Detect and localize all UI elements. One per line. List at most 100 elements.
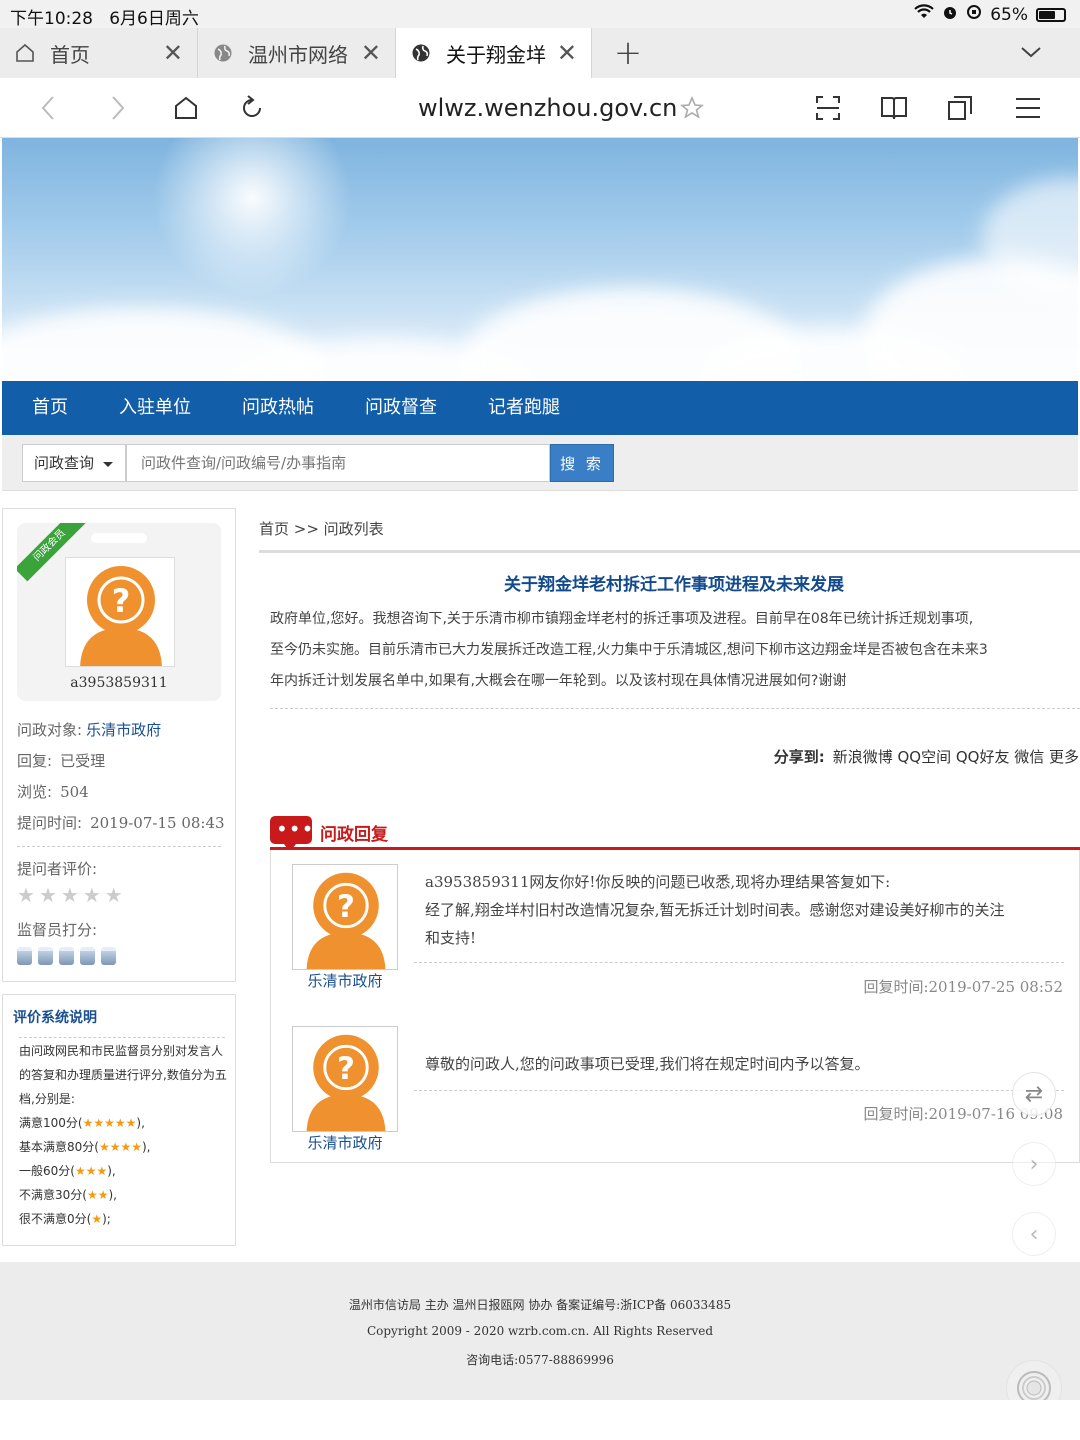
tab-wenzhou[interactable]: 温州市网络 ✕: [198, 28, 396, 78]
star-icon: ★★★★★: [82, 1116, 137, 1130]
footer-line2: Copyright 2009 - 2020 wzrb.com.cn. All R…: [366, 1324, 714, 1338]
target-link[interactable]: 乐清市政府: [86, 721, 161, 739]
globe-icon: [212, 42, 234, 64]
battery-icon: [1036, 7, 1066, 22]
eval-level-0: 满意100分(★★★★★),: [19, 1116, 145, 1130]
rating-stars[interactable]: ★ ★ ★ ★ ★: [17, 883, 123, 907]
reply-text: a3953859311网友你好!你反映的问题已收悉,现将办理结果答复如下: 经了…: [425, 873, 1005, 947]
eval-intro: 由问政网民和市民监督员分别对发言人的答复和办理质量进行评分,数值分为五档,分别是…: [19, 1044, 227, 1106]
star-icon: ★: [91, 1212, 103, 1226]
share-bar: 分享到: 新浪微博 QQ空间 QQ好友 微信 更多: [774, 746, 1079, 767]
scan-icon[interactable]: [812, 92, 844, 124]
nav-hot-posts[interactable]: 问政热帖: [242, 381, 314, 435]
nav-units[interactable]: 入驻单位: [119, 381, 191, 435]
org-name[interactable]: 乐清市政府: [292, 970, 398, 991]
breadcrumb[interactable]: 首页 >> 问政列表: [259, 518, 384, 539]
reply-time: 回复时间:2019-07-25 08:52: [863, 978, 1063, 996]
eval-explanation: 评价系统说明 由问政网民和市民监督员分别对发言人的答复和办理质量进行评分,数值分…: [2, 994, 236, 1246]
footer-line3: 咨询电话:0577-88869996: [466, 1353, 614, 1367]
rotation-lock-icon: [966, 4, 982, 25]
search-type-select[interactable]: 问政查询: [22, 444, 126, 482]
question-title: 关于翔金垟老村拆迁工作事项进程及未来发展: [504, 575, 844, 595]
jar-icon: [59, 947, 74, 965]
star-icon[interactable]: ★: [83, 883, 101, 907]
swap-icon[interactable]: ⇄: [1012, 1072, 1056, 1116]
tab-home[interactable]: 首页 ✕: [0, 28, 198, 78]
svg-text:?: ?: [112, 582, 131, 620]
org-avatar: ?: [292, 1026, 398, 1132]
address-bar: wlwz.wenzhou.gov.cn: [0, 78, 1080, 138]
eval-level-3: 不满意30分(★★),: [19, 1188, 117, 1202]
caret-down-icon: [103, 462, 113, 467]
nav-home[interactable]: 首页: [32, 381, 68, 435]
star-icon[interactable]: ★: [17, 883, 35, 907]
footer-line1: 温州市信访局 主办 温州日报瓯网 协办 备案证编号:浙ICP备 06033485: [348, 1298, 732, 1312]
star-icon[interactable]: ★: [105, 883, 123, 907]
eval-body: 由问政网民和市民监督员分别对发言人的答复和办理质量进行评分,数值分为五档,分别是…: [19, 1039, 229, 1231]
svg-text:?: ?: [337, 1051, 355, 1087]
eval-level-4: 很不满意0分(★);: [19, 1212, 111, 1226]
reader-icon[interactable]: [878, 92, 910, 124]
close-icon[interactable]: ✕: [361, 39, 381, 67]
avatar: ?: [65, 557, 175, 667]
chat-bubble-icon: •••: [270, 816, 313, 852]
svg-text:?: ?: [337, 889, 355, 925]
question-body: 政府单位,您好。我想咨询下,关于乐清市柳市镇翔金垟老村的拆迁事项及进程。目前早在…: [270, 611, 988, 689]
next-page-icon[interactable]: ›: [1012, 1142, 1056, 1186]
star-icon: ★★: [86, 1188, 109, 1202]
star-icon[interactable]: [676, 92, 708, 124]
nav-supervision[interactable]: 问政督查: [365, 381, 437, 435]
reply-title: 问政回复: [320, 825, 388, 845]
status-bar: 下午10:28 6月6日周六 65%: [0, 0, 1080, 29]
star-icon[interactable]: ★: [39, 883, 57, 907]
eval-level-1: 基本满意80分(★★★★),: [19, 1140, 151, 1154]
reply-text: 尊敬的问政人,您的问政事项已受理,我们将在规定时间内予以答复。: [425, 1055, 870, 1073]
chevron-down-icon[interactable]: [1020, 42, 1042, 63]
close-icon[interactable]: ✕: [163, 39, 183, 67]
tab-label: 首页: [50, 42, 90, 67]
user-card: 问政会员 ? a3953859311: [17, 523, 221, 701]
banner-image: [2, 138, 1078, 381]
jar-icon: [17, 947, 32, 965]
new-tab-button[interactable]: +: [592, 28, 664, 78]
tab-bar: 首页 ✕ 温州市网络 ✕ 关于翔金垟 ✕ +: [0, 28, 1080, 78]
url-text[interactable]: wlwz.wenzhou.gov.cn: [418, 94, 677, 122]
share-label: 分享到:: [773, 748, 825, 766]
share-links[interactable]: 新浪微博 QQ空间 QQ好友 微信 更多: [833, 748, 1079, 766]
time-row: 提问时间: 2019-07-15 08:43: [17, 814, 225, 832]
eval-level-2: 一般60分(★★★),: [19, 1164, 116, 1178]
home-icon[interactable]: [170, 92, 202, 124]
back-icon[interactable]: [32, 92, 64, 124]
user-name: a3953859311: [70, 675, 168, 691]
eval-title: 评价系统说明: [13, 1010, 97, 1026]
forward-icon[interactable]: [102, 92, 134, 124]
tab-current[interactable]: 关于翔金垟 ✕: [396, 28, 592, 78]
star-icon: ★★★★: [98, 1140, 142, 1154]
org-name[interactable]: 乐清市政府: [292, 1132, 398, 1153]
globe-icon: [410, 42, 432, 64]
search-bar: 问政查询 搜 索: [2, 435, 1078, 491]
reload-icon[interactable]: [236, 92, 268, 124]
tab-label: 温州市网络: [248, 42, 348, 67]
battery-percent: 65%: [990, 4, 1028, 25]
close-icon[interactable]: ✕: [557, 39, 577, 67]
menu-icon[interactable]: [1012, 92, 1044, 124]
search-input[interactable]: [126, 444, 550, 482]
views-row: 浏览: 504: [17, 783, 89, 801]
eval-levels: 满意100分(★★★★★), 基本满意80分(★★★★), 一般60分(★★★), 不…: [19, 1111, 229, 1231]
status-right: 65%: [914, 4, 1066, 25]
search-button[interactable]: 搜 索: [550, 444, 614, 482]
jar-icon: [38, 947, 53, 965]
star-icon[interactable]: ★: [61, 883, 79, 907]
supervisor-score: [17, 947, 122, 965]
previous-page-icon[interactable]: ‹: [1012, 1212, 1056, 1256]
nav-reporter[interactable]: 记者跑腿: [488, 381, 560, 435]
star-icon: ★★★: [74, 1164, 108, 1178]
alarm-icon: [942, 4, 958, 25]
wifi-icon: [914, 4, 934, 25]
user-panel: 问政会员 ? a3953859311 问政对象: 乐清市政府 回复: 已受理 浏览:…: [2, 508, 236, 982]
supervisor-label: 监督员打分:: [17, 921, 98, 939]
target-row: 问政对象: 乐清市政府: [17, 721, 162, 739]
tabs-icon[interactable]: [944, 92, 976, 124]
jar-icon: [80, 947, 95, 965]
